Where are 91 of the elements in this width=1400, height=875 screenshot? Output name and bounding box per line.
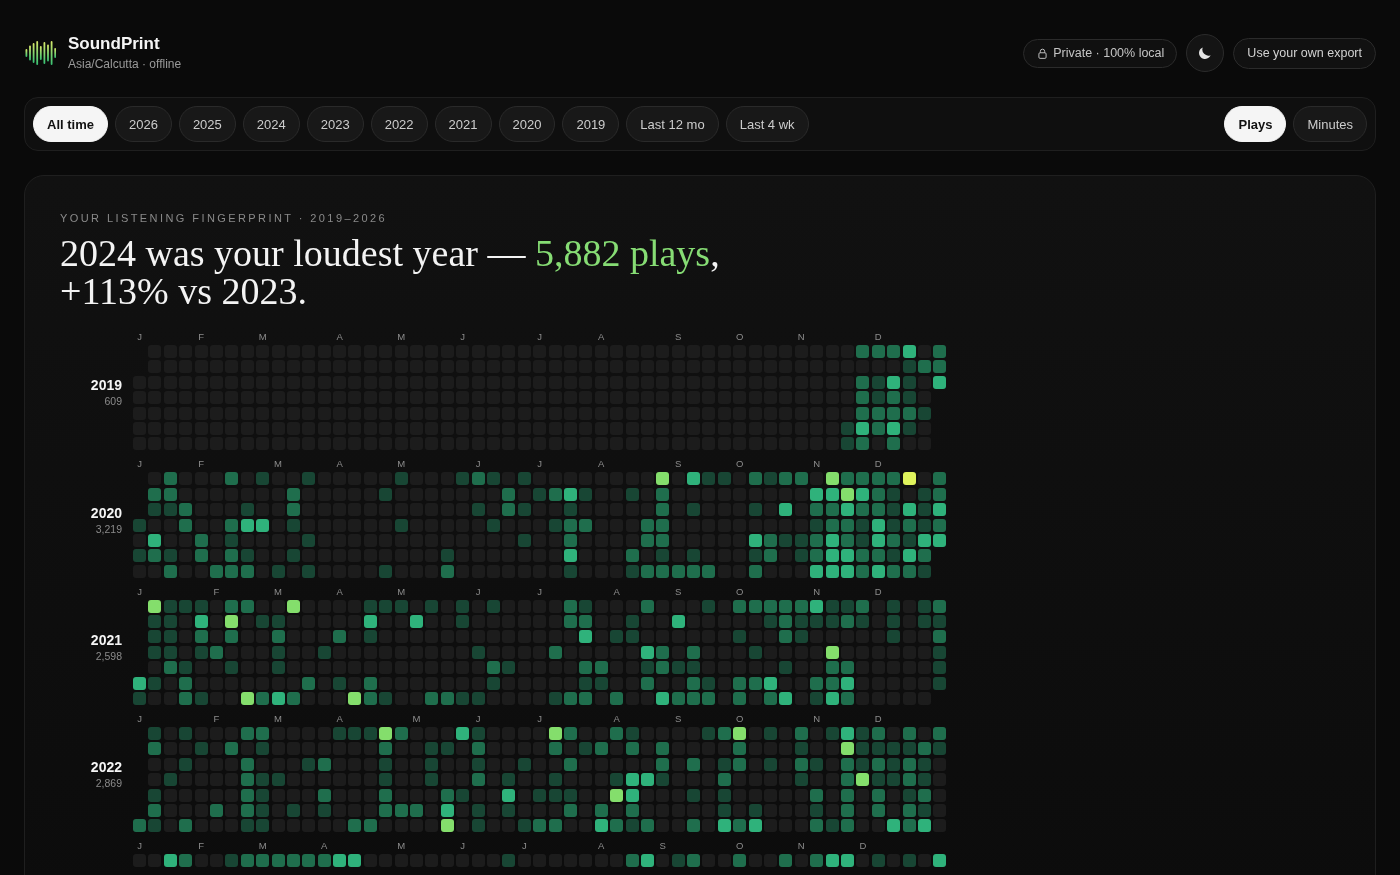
month-label: A [336,586,343,597]
month-label: M [397,586,406,597]
month-label: N [813,459,821,470]
month-label: A [336,459,343,470]
month-label: D [874,459,882,470]
month-label: D [874,586,882,597]
range-tab[interactable]: Last 4 wk [725,106,809,142]
app-subtitle: Asia/Calcutta · offline [68,57,182,72]
range-tab[interactable]: 2020 [498,106,556,142]
range-tab[interactable]: 2022 [370,106,428,142]
month-label: S [675,332,682,342]
month-label: M [274,459,282,470]
month-label: J [137,332,142,342]
month-label: F [213,586,220,597]
month-label: A [613,586,620,597]
month-label: O [736,841,744,852]
range-tab[interactable]: 2026 [114,106,172,142]
month-label: N [797,841,805,852]
month-label: M [412,714,421,725]
month-label: S [675,714,682,725]
month-label: J [475,586,481,597]
month-label: J [137,841,142,852]
month-label: J [460,332,466,342]
range-tab[interactable]: 2025 [178,106,236,142]
range-tab[interactable]: 2021 [434,106,492,142]
month-label: J [475,459,481,470]
month-label: J [137,586,142,597]
month-label: S [675,586,682,597]
month-label: J [137,459,142,470]
month-label: D [874,714,882,725]
month-label: A [598,459,605,470]
year-total: 2,869 [94,776,122,791]
month-label: A [613,714,620,725]
month-label: N [813,714,821,725]
month-label: F [198,332,204,342]
month-label: S [675,459,682,470]
month-label: D [859,841,867,852]
month-label: A [598,332,605,342]
year-label: 2022 [89,759,122,777]
section-eyebrow: YOUR LISTENING FINGERPRINT · 2019–2026 [60,211,389,225]
month-label: A [336,714,343,725]
month-label: J [537,459,543,470]
month-label: A [321,841,328,852]
month-label: M [258,332,267,342]
app-title: SoundPrint [68,34,161,54]
month-label: S [659,841,666,852]
export-button[interactable]: Use your own export [1233,37,1376,69]
month-label: O [736,714,744,725]
year-label: 2021 [89,631,122,649]
month-label: O [736,586,744,597]
month-label: N [797,332,805,342]
month-label: D [874,332,882,342]
month-label: M [274,586,282,597]
month-label: J [537,714,543,725]
month-label: J [460,841,466,852]
year-label: 2020 [89,504,122,522]
year-total: 3,219 [94,521,122,536]
moon-icon [1198,46,1213,60]
range-tab[interactable]: All time [33,106,108,142]
year-total: 609 [103,394,122,409]
month-label: M [274,714,282,725]
month-label: M [397,841,406,852]
month-label: J [537,332,543,342]
month-label: O [736,459,744,470]
month-label: A [598,841,605,852]
month-label: J [475,714,481,725]
month-label: N [813,586,821,597]
theme-toggle-button[interactable] [1186,34,1225,72]
lock-icon [1038,47,1048,59]
month-label: F [198,841,204,852]
month-label: F [213,714,220,725]
month-label: J [537,586,543,597]
month-label: F [198,459,204,470]
month-label: M [397,459,406,470]
month-label: J [521,841,527,852]
month-label: A [336,332,343,342]
month-label: M [258,841,267,852]
range-tab[interactable]: Last 12 mo [626,106,719,142]
metric-tab[interactable]: Plays [1224,106,1287,142]
month-label: M [397,332,406,342]
range-tab[interactable]: 2024 [242,106,300,142]
year-total: 2,598 [94,648,122,663]
headline: 2024 was your loudest year — 5,882 plays, +113% vs 2023. [60,234,721,310]
month-label: J [137,714,142,725]
privacy-text: Private · 100% local [1053,46,1165,60]
range-tab[interactable]: 2023 [306,106,364,142]
logo-icon [25,40,56,66]
range-tab[interactable]: 2019 [562,106,620,142]
month-label: O [736,332,744,342]
year-label: 2019 [89,377,122,395]
metric-tab[interactable]: Minutes [1293,106,1367,142]
